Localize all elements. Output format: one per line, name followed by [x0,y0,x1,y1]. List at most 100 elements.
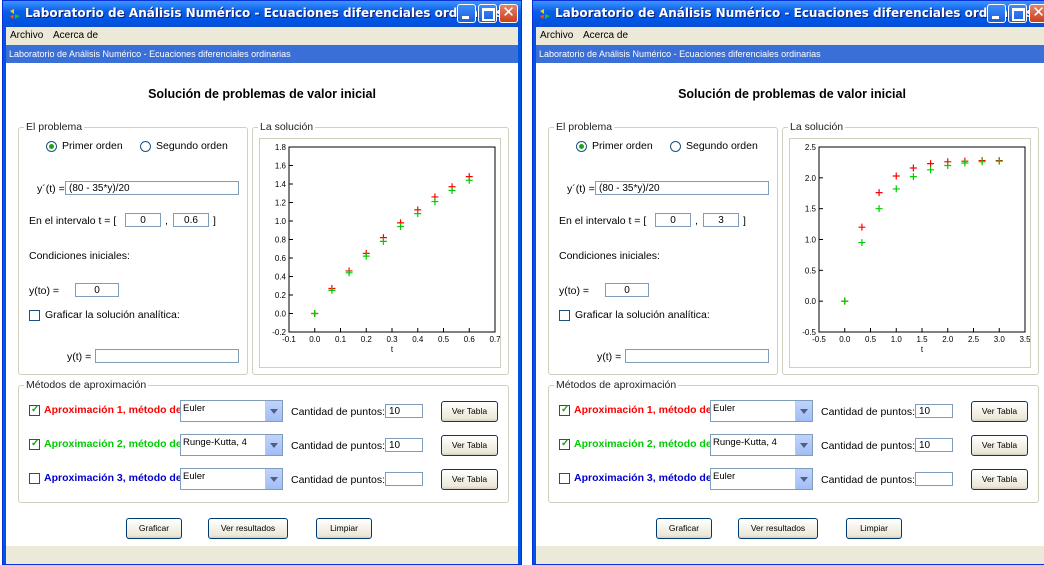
maximize-icon [1012,8,1025,21]
points-input[interactable] [915,472,953,486]
y0-label: y(to) = [559,285,590,297]
analytic-checkbox[interactable] [29,310,40,321]
points-input[interactable]: 10 [385,404,423,418]
x-axis-label: t [921,345,924,354]
methods-legend: Métodos de aproximación [554,379,679,391]
chevron-down-icon [800,443,808,448]
points-input[interactable]: 10 [915,438,953,452]
analytic-checkbox[interactable] [559,310,570,321]
close-button[interactable]: ✕ [1029,3,1044,23]
method-label: Aproximación 3, método de [574,472,712,484]
method-checkbox[interactable]: ✓ [29,438,40,450]
series-2 [841,157,1003,305]
graficar-button[interactable]: Graficar [126,518,182,539]
method-select[interactable]: Euler [180,468,283,490]
first-order-radio[interactable] [46,141,57,152]
radio-selected-dot [49,144,54,149]
data-point [961,159,969,167]
x-tick-label: 0.7 [489,335,500,344]
ver-resultados-button[interactable]: Ver resultados [738,518,818,539]
ver-resultados-button[interactable]: Ver resultados [208,518,288,539]
solution-legend: La solución [258,121,316,133]
initial-conditions-label: Condiciones iniciales: [559,250,660,262]
yt-label: y(t) = [67,351,92,363]
interval-close: ] [213,215,216,227]
method-select[interactable]: Euler [710,468,813,490]
ver-tabla-button[interactable]: Ver Tabla [441,469,498,490]
t-end-input[interactable]: 3 [703,213,739,227]
ver-tabla-button[interactable]: Ver Tabla [971,401,1028,422]
ver-tabla-button[interactable]: Ver Tabla [441,435,498,456]
method-select[interactable]: Euler [710,400,813,422]
close-button[interactable]: ✕ [499,3,518,23]
ver-tabla-button[interactable]: Ver Tabla [441,401,498,422]
interval-separator: , [165,215,168,227]
method-checkbox[interactable]: ✓ [559,404,570,416]
data-point [311,310,319,317]
first-order-label: Primer orden [62,140,123,152]
ver-tabla-button[interactable]: Ver Tabla [971,435,1028,456]
method-label: Aproximación 2, método de [574,438,712,450]
y0-input[interactable]: 0 [75,283,119,297]
t-start-input[interactable]: 0 [125,213,161,227]
title-bar[interactable]: Laboratorio de Análisis Numérico - Ecuac… [533,1,1044,27]
dropdown-arrow-button[interactable] [795,435,812,455]
points-input[interactable]: 10 [385,438,423,452]
title-bar[interactable]: Laboratorio de Análisis Numérico - Ecuac… [3,1,521,27]
method-select[interactable]: Runge-Kutta, 4 [710,434,813,456]
method-checkbox[interactable] [29,473,40,484]
menu-acerca-de[interactable]: Acerca de [53,30,98,41]
series-2 [311,176,473,317]
limpiar-button[interactable]: Limpiar [846,518,902,539]
second-order-radio[interactable] [670,141,681,152]
maximize-button[interactable] [478,4,497,23]
y-tick-label: 0.4 [275,273,287,282]
dropdown-arrow-button[interactable] [265,435,282,455]
dropdown-arrow-button[interactable] [795,401,812,421]
menu-archivo[interactable]: Archivo [540,30,573,41]
plot-frame [288,146,496,333]
dropdown-arrow-button[interactable] [265,401,282,421]
menu-archivo[interactable]: Archivo [10,30,43,41]
method-select-value: Runge-Kutta, 4 [183,437,247,448]
method-checkbox[interactable]: ✓ [559,438,570,450]
method-checkbox[interactable] [559,473,570,484]
minimize-button[interactable] [987,4,1006,23]
data-point [379,237,387,245]
graficar-button[interactable]: Graficar [656,518,712,539]
method-select-value: Runge-Kutta, 4 [713,437,777,448]
y0-input[interactable]: 0 [605,283,649,297]
points-input[interactable] [385,472,423,486]
second-order-radio[interactable] [140,141,151,152]
equation-input[interactable]: (80 - 35*y)/20 [65,181,239,195]
method-select-value: Euler [183,403,206,414]
maximize-button[interactable] [1008,4,1027,23]
equation-input[interactable]: (80 - 35*y)/20 [595,181,769,195]
radio-selected-dot [579,144,584,149]
t-start-input[interactable]: 0 [655,213,691,227]
close-icon: ✕ [1032,3,1044,21]
check-mark-icon: ✓ [561,404,570,415]
limpiar-button[interactable]: Limpiar [316,518,372,539]
x-tick-label: 0.3 [386,335,398,344]
method-select[interactable]: Runge-Kutta, 4 [180,434,283,456]
data-point [995,157,1003,165]
first-order-radio[interactable] [576,141,587,152]
menu-acerca-de[interactable]: Acerca de [583,30,628,41]
method-select[interactable]: Euler [180,400,283,422]
yt-input[interactable] [625,349,769,363]
method-checkbox[interactable]: ✓ [29,404,40,416]
y-tick-label: 1.0 [805,236,817,245]
equation-label: y´(t) = [37,183,65,195]
dropdown-arrow-button[interactable] [265,469,282,489]
dropdown-arrow-button[interactable] [795,469,812,489]
data-point [858,223,866,231]
app-header: Laboratorio de Análisis Numérico - Ecuac… [536,45,1044,63]
method-label: Aproximación 1, método de [574,404,712,416]
points-input[interactable]: 10 [915,404,953,418]
ver-tabla-button[interactable]: Ver Tabla [971,469,1028,490]
data-point [858,239,866,247]
minimize-button[interactable] [457,4,476,23]
t-end-input[interactable]: 0.6 [173,213,209,227]
yt-input[interactable] [95,349,239,363]
